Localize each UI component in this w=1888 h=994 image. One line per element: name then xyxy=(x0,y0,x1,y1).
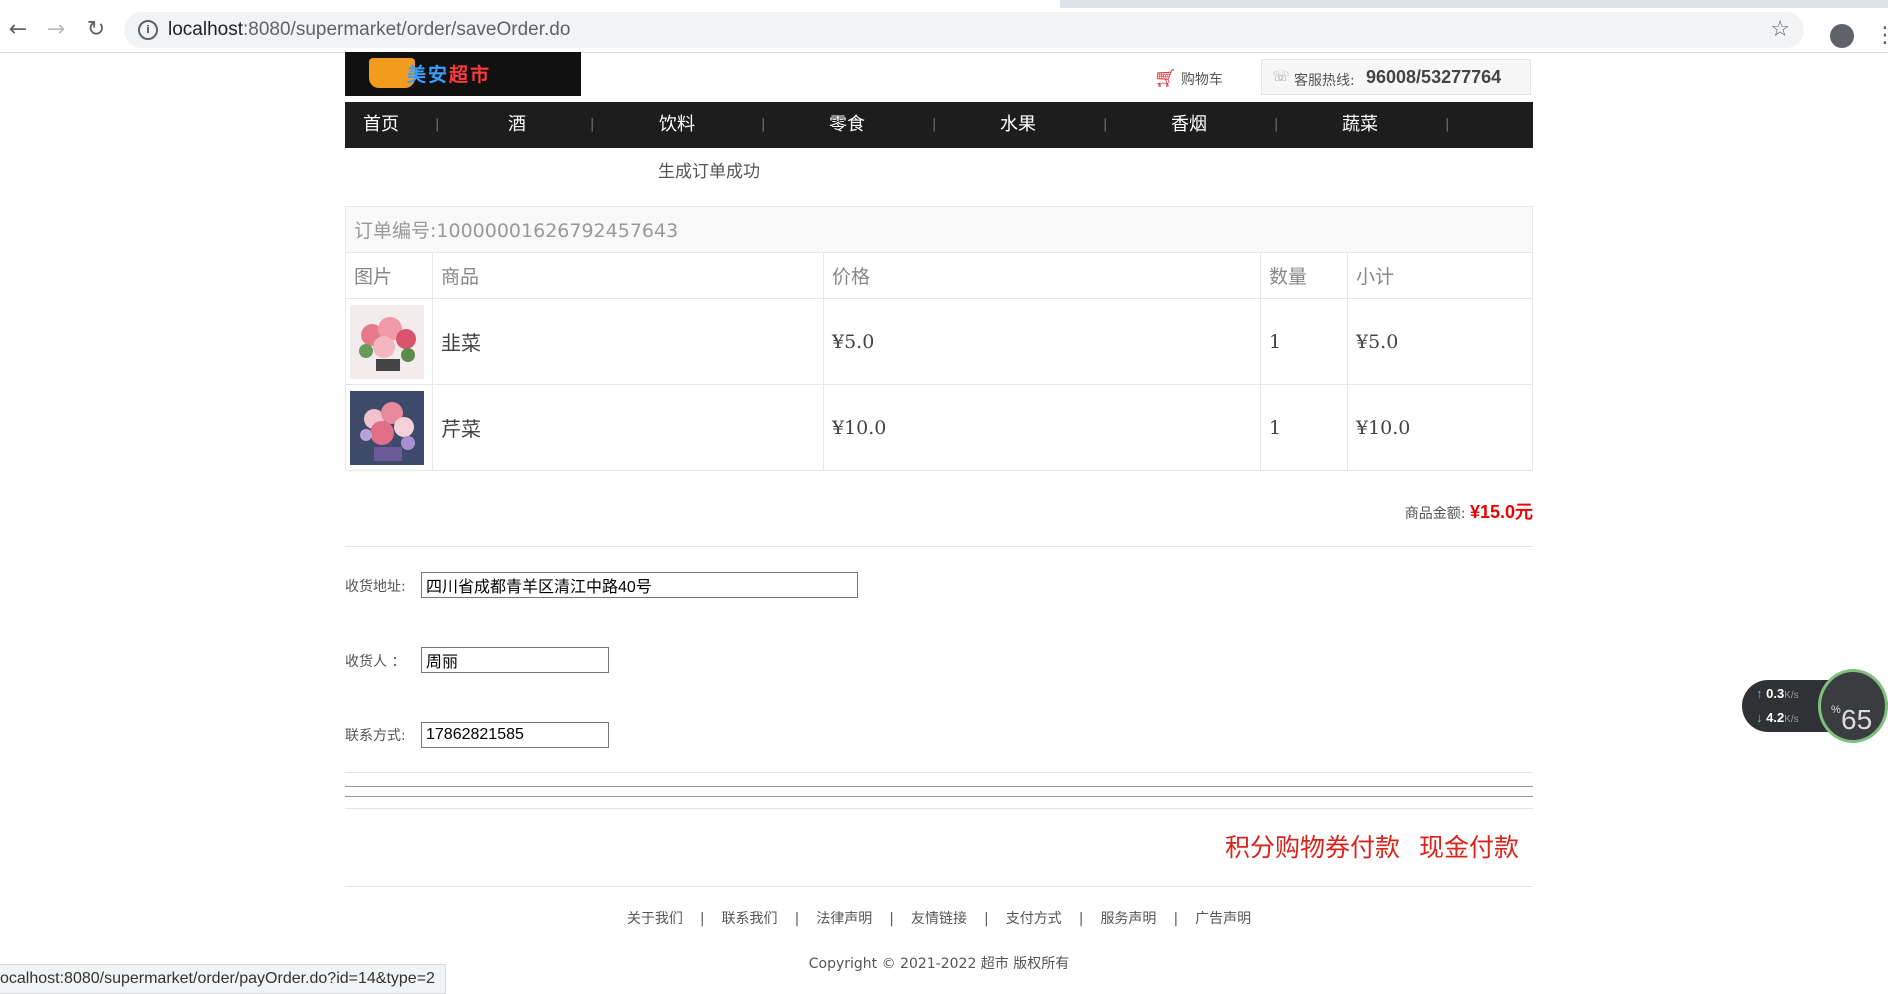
col-header-product: 商品 xyxy=(432,252,824,299)
order-total: 商品金额: ¥15.0元 xyxy=(1405,498,1533,524)
product-price: ¥5.0 xyxy=(823,298,1261,385)
nav-separator: | xyxy=(932,117,937,132)
reload-icon[interactable]: ↻ xyxy=(82,16,110,44)
footer-link-about[interactable]: 关于我们 xyxy=(627,908,683,928)
back-icon[interactable]: ← xyxy=(4,16,32,44)
product-name[interactable]: 韭菜 xyxy=(432,298,824,385)
footer-link-legal[interactable]: 法律声明 xyxy=(816,908,872,928)
nav-separator: | xyxy=(1274,117,1279,132)
footer-link-friends[interactable]: 友情链接 xyxy=(911,908,967,928)
phone-icon: ☏ xyxy=(1272,69,1290,85)
cart-link[interactable]: 🛒︎ 购物车 xyxy=(1154,68,1223,89)
phone-label: 联系方式: xyxy=(345,728,406,744)
footer-links: 关于我们 | 联系我们 | 法律声明 | 友情链接 | 支付方式 | 服务声明 | 广告声明 xyxy=(345,908,1533,928)
nav-item-home[interactable]: 首页 xyxy=(331,102,431,148)
col-header-image: 图片 xyxy=(345,252,433,299)
nav-separator: | xyxy=(761,117,766,132)
product-image-cell xyxy=(345,298,433,385)
browser-menu-icon[interactable]: ⋮ xyxy=(1874,22,1888,50)
footer-link-service[interactable]: 服务声明 xyxy=(1100,908,1156,928)
nav-separator: | xyxy=(590,117,595,132)
site-info-icon[interactable]: i xyxy=(138,20,158,40)
divider xyxy=(345,886,1533,887)
order-number: 订单编号:10000001626792457643 xyxy=(345,206,1533,253)
divider xyxy=(345,796,1533,797)
pay-with-points-button[interactable]: 积分购物券付款 xyxy=(1225,828,1400,864)
product-price: ¥10.0 xyxy=(823,384,1261,471)
col-header-qty: 数量 xyxy=(1260,252,1348,299)
order-success-message: 生成订单成功 xyxy=(658,162,760,182)
download-speed: ↓ 4.2K/s xyxy=(1756,710,1799,725)
nav-item-vegetables[interactable]: 蔬菜 xyxy=(1310,102,1410,148)
nav-separator: | xyxy=(1103,117,1108,132)
nav-item-fruit[interactable]: 水果 xyxy=(968,102,1068,148)
receiver-input[interactable] xyxy=(421,647,609,673)
main-nav: 首页 | 酒 | 饮料 | 零食 | 水果 | 香烟 | 蔬菜 | xyxy=(345,102,1533,148)
receiver-label: 收货人 ： xyxy=(345,654,406,670)
pay-with-cash-button[interactable]: 现金付款 xyxy=(1419,828,1519,864)
flower-bouquet-image[interactable] xyxy=(350,390,424,465)
product-subtotal: ¥10.0 xyxy=(1347,384,1533,471)
divider xyxy=(345,808,1533,809)
nav-item-tobacco[interactable]: 香烟 xyxy=(1139,102,1239,148)
nav-item-liquor[interactable]: 酒 xyxy=(467,102,567,148)
download-arrow-icon: ↓ xyxy=(1756,710,1763,725)
table-row: 韭菜 ¥5.0 1 ¥5.0 xyxy=(345,298,1533,385)
address-input[interactable] xyxy=(421,572,858,598)
product-qty: 1 xyxy=(1260,298,1348,385)
upload-arrow-icon: ↑ xyxy=(1756,686,1763,701)
divider xyxy=(345,772,1533,773)
tab-strip xyxy=(0,0,1888,8)
total-amount: ¥15.0元 xyxy=(1469,502,1533,522)
divider xyxy=(345,786,1533,787)
col-header-subtotal: 小计 xyxy=(1347,252,1533,299)
order-table: 订单编号:10000001626792457643 图片 商品 价格 数量 小计… xyxy=(345,206,1533,471)
profile-avatar-icon[interactable] xyxy=(1830,24,1854,48)
shopping-cart-icon: 🛒︎ xyxy=(1154,68,1177,89)
hotline-label: 客服热线: xyxy=(1294,73,1355,89)
product-name[interactable]: 芹菜 xyxy=(432,384,824,471)
divider xyxy=(345,546,1533,547)
copyright: Copyright © 2021-2022 超市 版权所有 xyxy=(808,956,1070,972)
footer-link-ads[interactable]: 广告声明 xyxy=(1195,908,1251,928)
product-subtotal: ¥5.0 xyxy=(1347,298,1533,385)
address-url[interactable]: localhost:8080/supermarket/order/saveOrd… xyxy=(168,19,570,41)
link-status-bar: ocalhost:8080/supermarket/order/payOrder… xyxy=(0,964,446,994)
flower-bouquet-image[interactable] xyxy=(350,304,424,379)
upload-speed: ↑ 0.3K/s xyxy=(1756,686,1799,701)
phone-input[interactable] xyxy=(421,722,609,748)
total-label: 商品金额: xyxy=(1404,506,1466,522)
address-bar[interactable]: i localhost:8080/supermarket/order/saveO… xyxy=(124,12,1804,48)
nav-item-drinks[interactable]: 饮料 xyxy=(627,102,727,148)
logo-text: 美安超市 xyxy=(407,65,492,86)
nav-separator: | xyxy=(435,117,440,132)
browser-toolbar: ← → ↻ i localhost:8080/supermarket/order… xyxy=(0,8,1888,53)
footer-link-payment[interactable]: 支付方式 xyxy=(1006,908,1062,928)
col-header-price: 价格 xyxy=(823,252,1261,299)
hotline-number: 96008/53277764 xyxy=(1366,67,1502,87)
nav-separator: | xyxy=(1445,117,1450,132)
address-label: 收货地址: xyxy=(345,579,406,595)
product-image-cell xyxy=(345,384,433,471)
bookmark-star-icon[interactable]: ☆ xyxy=(1770,17,1790,42)
active-tab[interactable] xyxy=(0,0,1060,8)
product-qty: 1 xyxy=(1260,384,1348,471)
memory-usage-gauge[interactable]: 65% xyxy=(1818,669,1888,743)
site-logo[interactable]: 美安超市 xyxy=(345,52,581,96)
forward-icon[interactable]: → xyxy=(42,16,70,44)
nav-item-snacks[interactable]: 零食 xyxy=(797,102,897,148)
footer-link-contact[interactable]: 联系我们 xyxy=(722,908,778,928)
table-row: 芹菜 ¥10.0 1 ¥10.0 xyxy=(345,384,1533,471)
hotline-box: ☏ 客服热线: 96008/53277764 xyxy=(1261,59,1531,95)
